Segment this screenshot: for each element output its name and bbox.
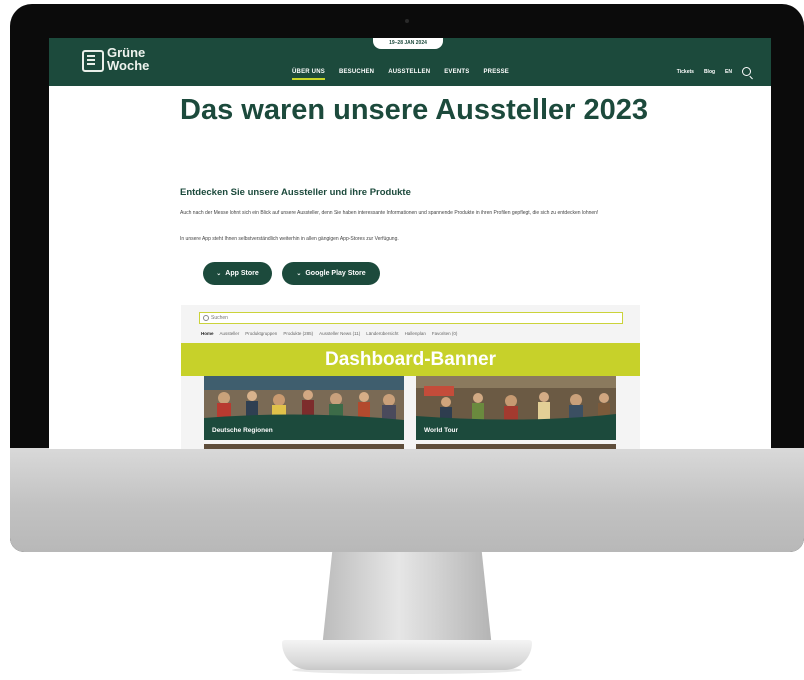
dashboard-banner: Dashboard-Banner [181, 343, 640, 376]
tab-aussteller-news[interactable]: Aussteller News (11) [319, 331, 360, 336]
card-label: World Tour [416, 422, 616, 440]
menu-item-events[interactable]: EVENTS [444, 69, 469, 75]
tab-home[interactable]: Home [201, 331, 214, 336]
tab-hallenplan[interactable]: Hallenplan [405, 331, 426, 336]
app-store-label: App Store [225, 270, 259, 277]
card-label: Deutsche Regionen [204, 422, 404, 440]
category-card-world-tour[interactable]: World Tour [416, 376, 616, 440]
tab-produktgruppen[interactable]: Produktgruppen [245, 331, 277, 336]
chevron-down-icon: ⌄ [296, 271, 302, 277]
screen: Grüne Woche 19–28 JAN 2024 ÜBER UNS BESU… [49, 38, 771, 449]
site-logo[interactable]: Grüne Woche [107, 46, 149, 72]
language-switch[interactable]: EN [725, 69, 732, 75]
date-badge: 19–28 JAN 2024 [373, 38, 443, 49]
next-card-row [416, 444, 616, 449]
menu-item-besuchen[interactable]: BESUCHEN [339, 69, 374, 75]
camera-dot [405, 19, 409, 23]
chevron-down-icon: ⌄ [216, 271, 222, 277]
directory-search-input[interactable] [211, 313, 611, 323]
monitor-base [282, 640, 532, 670]
tab-produkte[interactable]: Produkte (285) [283, 331, 313, 336]
directory-tabs: Home Aussteller Produktgruppen Produkte … [201, 331, 457, 336]
tickets-link[interactable]: Tickets [677, 69, 694, 75]
google-play-label: Google Play Store [305, 270, 366, 277]
monitor-chin [10, 448, 804, 552]
tab-laenderuebersicht[interactable]: Länderübersicht [366, 331, 398, 336]
next-card-row [204, 444, 404, 449]
menu-item-presse[interactable]: PRESSE [483, 69, 509, 75]
exhibitor-directory-embed: Home Aussteller Produktgruppen Produkte … [181, 305, 640, 449]
google-play-button[interactable]: ⌄ Google Play Store [282, 262, 380, 285]
directory-search[interactable] [199, 312, 623, 324]
top-navbar: Grüne Woche 19–28 JAN 2024 ÜBER UNS BESU… [49, 38, 771, 86]
category-card-deutsche-regionen[interactable]: Deutsche Regionen [204, 376, 404, 440]
main-menu: ÜBER UNS BESUCHEN AUSSTELLEN EVENTS PRES… [292, 69, 509, 80]
app-paragraph: In unsere App steht Ihnen selbstverständ… [180, 236, 399, 242]
section-heading: Entdecken Sie unsere Aussteller und ihre… [180, 187, 411, 198]
search-icon [203, 315, 209, 321]
menu-item-ueber-uns[interactable]: ÜBER UNS [292, 69, 325, 80]
blog-link[interactable]: Blog [704, 69, 715, 75]
app-store-button[interactable]: ⌄ App Store [203, 262, 272, 285]
tab-favoriten[interactable]: Favoriten (0) [432, 331, 458, 336]
search-icon[interactable] [742, 67, 751, 76]
monitor-stand [322, 552, 492, 648]
page-title: Das waren unsere Aussteller 2023 [180, 94, 649, 126]
intro-paragraph: Auch nach der Messe lohnt sich ein Blick… [180, 210, 599, 216]
tab-aussteller[interactable]: Aussteller [220, 331, 240, 336]
logo-line-2: Woche [107, 58, 150, 73]
utility-nav: Tickets Blog EN [677, 67, 751, 76]
menu-item-ausstellen[interactable]: AUSSTELLEN [388, 69, 430, 75]
logo-icon[interactable] [82, 50, 104, 72]
